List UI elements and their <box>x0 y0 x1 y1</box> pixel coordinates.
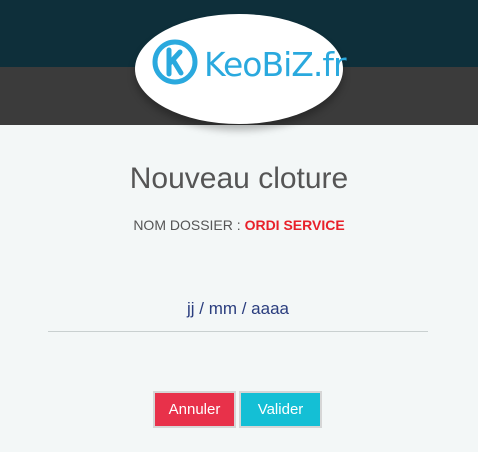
date-input[interactable] <box>48 286 428 332</box>
keobiz-k-circle-icon <box>152 39 198 85</box>
page-title: Nouveau cloture <box>129 162 349 195</box>
dossier-value: ORDI SERVICE <box>244 217 345 233</box>
dossier-label: NOM DOSSIER : <box>133 217 241 233</box>
logo-text: KeoBiZ.fr <box>204 45 347 84</box>
dossier-line: NOM DOSSIER : ORDI SERVICE <box>0 213 478 237</box>
cancel-button[interactable]: Annuler <box>153 391 236 428</box>
validate-button[interactable]: Valider <box>239 391 322 428</box>
